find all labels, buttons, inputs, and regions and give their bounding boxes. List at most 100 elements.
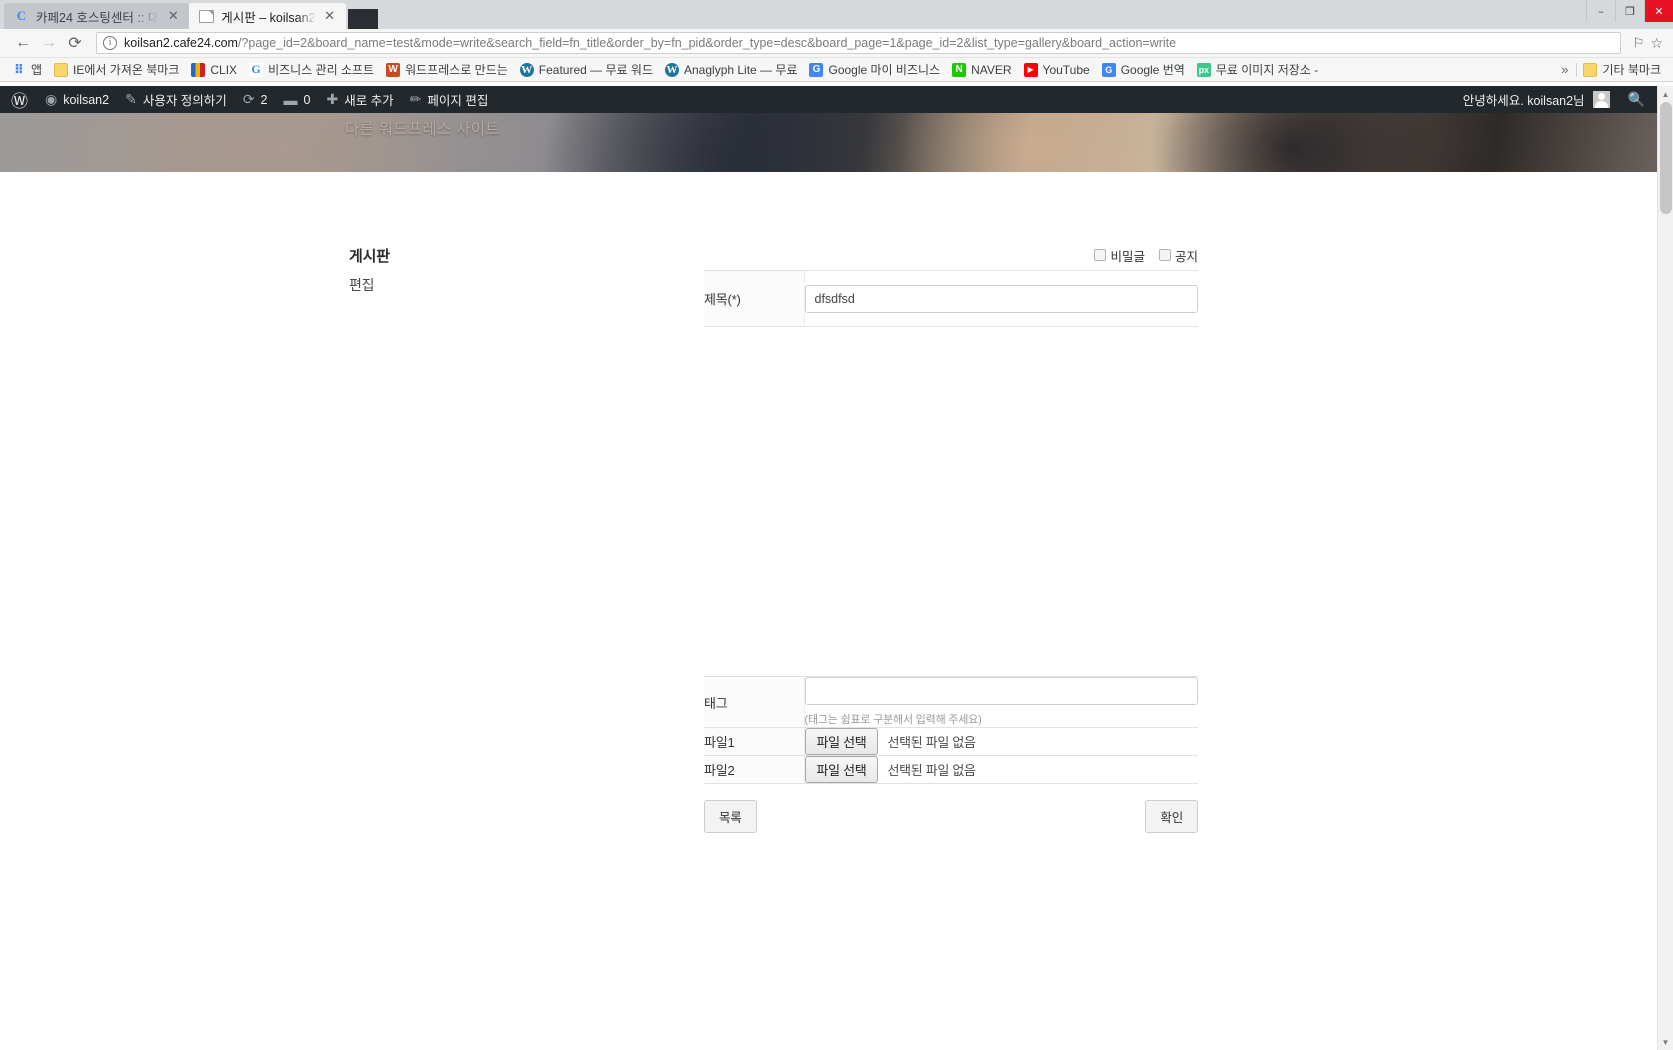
adminbar-updates[interactable]: ⟳ 2 bbox=[235, 86, 276, 113]
bookmark-google-my-business[interactable]: G Google 마이 비즈니스 bbox=[803, 60, 946, 79]
forward-button[interactable]: → bbox=[36, 31, 62, 55]
tag-row: 태그 (태그는 쉼표로 구분해서 입력해 주세요) bbox=[704, 676, 1198, 728]
site-tagline: 다른 워드프레스 사이트 bbox=[345, 121, 500, 138]
naver-icon: N bbox=[952, 62, 967, 77]
file1-label: 파일1 bbox=[704, 727, 805, 756]
main-content: 게시판 편집 비밀글 공지 제목(*) dfsdfsd 태그 (태그는 쉼표로 … bbox=[0, 172, 1657, 1050]
page-subtitle: 편집 bbox=[349, 277, 375, 293]
scroll-down-icon[interactable]: ▼ bbox=[1658, 1034, 1673, 1050]
title-row: 제목(*) bbox=[704, 270, 1198, 327]
tab-title: 게시판 – koilsan2 bbox=[221, 10, 316, 25]
adminbar-comments-count: 0 bbox=[303, 92, 311, 107]
bookmark-star-icon[interactable]: ☆ bbox=[1650, 35, 1663, 52]
back-button[interactable]: ← bbox=[10, 31, 36, 55]
maximize-button[interactable]: ❐ bbox=[1615, 0, 1644, 22]
new-tab-button[interactable] bbox=[347, 9, 378, 29]
adminbar-greeting: 안녕하세요. koilsan2님 bbox=[1462, 94, 1585, 108]
tab-close-icon[interactable]: ✕ bbox=[322, 8, 338, 24]
address-bar[interactable]: i koilsan2.cafe24.com/?page_id=2&board_n… bbox=[96, 32, 1621, 54]
bookmark-label: IE에서 가져온 북마크 bbox=[73, 63, 180, 77]
adminbar-right-group: 안녕하세요. koilsan2님 🔍 bbox=[1455, 86, 1657, 113]
bookmark-label: 기타 북마크 bbox=[1602, 63, 1661, 77]
bookmark-label: 앱 bbox=[31, 63, 43, 77]
adminbar-customize-label: 사용자 정의하기 bbox=[142, 94, 227, 108]
bookmark-label: Google 번역 bbox=[1120, 63, 1185, 77]
submit-button[interactable]: 확인 bbox=[1145, 800, 1198, 833]
translate-icon[interactable]: ⚐ bbox=[1633, 35, 1645, 51]
secret-post-option[interactable]: 비밀글 bbox=[1094, 246, 1145, 265]
bookmark-wordpress-build[interactable]: W 워드프레스로 만드는 bbox=[380, 60, 514, 79]
bookmark-business-software[interactable]: G 비즈니스 관리 소프트 bbox=[243, 60, 380, 79]
dashboard-icon: ◉ bbox=[45, 91, 58, 107]
browser-toolbar: ← → ⟳ i koilsan2.cafe24.com/?page_id=2&b… bbox=[0, 29, 1673, 58]
reload-button[interactable]: ⟳ bbox=[62, 31, 88, 55]
bookmark-label: Anaglyph Lite — 무료 bbox=[684, 63, 798, 77]
browser-tab-2[interactable]: 게시판 – koilsan2 ✕ bbox=[189, 3, 346, 29]
tab-strip: C 카페24 호스팅센터 :: 대 ✕ 게시판 – koilsan2 ✕ – ❐… bbox=[0, 0, 1673, 29]
page-viewport: Ⓦ ◉ koilsan2 ✎ 사용자 정의하기 ⟳ 2 ▬ 0 ✚ 새로 추가 … bbox=[0, 86, 1673, 1050]
bookmark-google-translate[interactable]: G Google 번역 bbox=[1096, 60, 1191, 79]
adminbar-site-name[interactable]: ◉ koilsan2 bbox=[37, 86, 117, 113]
title-field-cell bbox=[804, 270, 1198, 327]
browser-tab-1[interactable]: C 카페24 호스팅센터 :: 대 ✕ bbox=[4, 3, 190, 29]
board-fields-table: 제목(*) 태그 bbox=[704, 270, 1198, 784]
notice-post-label: 공지 bbox=[1174, 249, 1198, 264]
bookmark-free-images[interactable]: px 무료 이미지 저장소 - bbox=[1191, 60, 1324, 79]
search-icon[interactable]: 🔍 bbox=[1618, 91, 1657, 108]
adminbar-my-account[interactable]: 안녕하세요. koilsan2님 bbox=[1455, 86, 1618, 113]
notice-post-option[interactable]: 공지 bbox=[1158, 246, 1198, 265]
adminbar-customize[interactable]: ✎ 사용자 정의하기 bbox=[117, 86, 235, 113]
notice-post-checkbox[interactable] bbox=[1158, 249, 1171, 261]
bookmark-apps[interactable]: ⠿ 앱 bbox=[6, 60, 48, 79]
site-info-icon[interactable]: i bbox=[103, 36, 117, 50]
page-content: Ⓦ ◉ koilsan2 ✎ 사용자 정의하기 ⟳ 2 ▬ 0 ✚ 새로 추가 … bbox=[0, 86, 1657, 1050]
google-translate-icon: G bbox=[1101, 62, 1116, 77]
bookmark-anaglyph-lite[interactable]: W Anaglyph Lite — 무료 bbox=[659, 60, 803, 79]
wordpress-icon: W bbox=[665, 62, 679, 77]
secret-post-checkbox[interactable] bbox=[1094, 249, 1107, 261]
browser-window: C 카페24 호스팅센터 :: 대 ✕ 게시판 – koilsan2 ✕ – ❐… bbox=[0, 0, 1673, 1050]
minimize-button[interactable]: – bbox=[1586, 0, 1615, 22]
adminbar-edit-label: 페이지 편집 bbox=[427, 94, 489, 108]
page-scrollbar[interactable]: ▲ ▼ bbox=[1657, 86, 1673, 1050]
scroll-up-icon[interactable]: ▲ bbox=[1658, 86, 1673, 102]
url-path: /?page_id=2&board_name=test&mode=write&s… bbox=[237, 36, 1177, 50]
url-host: koilsan2.cafe24.com bbox=[124, 36, 238, 50]
bookmark-clix[interactable]: CLIX bbox=[185, 62, 243, 78]
bookmark-label: 무료 이미지 저장소 - bbox=[1215, 63, 1319, 77]
bookmark-naver[interactable]: N NAVER bbox=[946, 62, 1017, 78]
adminbar-edit-page[interactable]: ✏ 페이지 편집 bbox=[402, 86, 497, 113]
file2-choose-button[interactable]: 파일 선택 bbox=[804, 756, 879, 783]
bookmark-other-folder[interactable]: 기타 북마크 bbox=[1577, 60, 1667, 79]
bookmarks-overflow-icon[interactable]: » bbox=[1553, 62, 1576, 77]
adminbar-new-label: 새로 추가 bbox=[344, 94, 394, 108]
wordpress-dark-icon: W bbox=[386, 62, 401, 77]
page-icon bbox=[199, 9, 215, 23]
secret-post-label: 비밀글 bbox=[1110, 249, 1145, 264]
editor-body-cell[interactable] bbox=[804, 326, 1198, 677]
scrollbar-thumb[interactable] bbox=[1660, 102, 1672, 214]
file2-label: 파일2 bbox=[704, 755, 805, 784]
bookmark-youtube[interactable]: ▶ YouTube bbox=[1018, 62, 1096, 78]
post-options-row: 비밀글 공지 bbox=[704, 244, 1198, 266]
file1-choose-button[interactable]: 파일 선택 bbox=[804, 728, 879, 755]
list-button[interactable]: 목록 bbox=[704, 800, 757, 833]
adminbar-comments[interactable]: ▬ 0 bbox=[276, 86, 319, 113]
file2-status: 선택된 파일 없음 bbox=[887, 763, 976, 778]
bookmark-featured[interactable]: W Featured — 무료 워드 bbox=[514, 60, 659, 79]
clix-icon bbox=[191, 62, 206, 77]
pencil-icon: ✏ bbox=[409, 91, 422, 107]
bookmark-label: 워드프레스로 만드는 bbox=[405, 63, 508, 77]
bookmark-ie-imported[interactable]: IE에서 가져온 북마크 bbox=[48, 60, 185, 79]
adminbar-new-content[interactable]: ✚ 새로 추가 bbox=[318, 86, 401, 113]
title-input[interactable] bbox=[804, 284, 1198, 313]
tag-input[interactable] bbox=[804, 677, 1198, 705]
wordpress-logo-icon[interactable]: Ⓦ bbox=[2, 87, 37, 112]
folder-icon bbox=[54, 62, 69, 77]
file2-cell: 파일 선택 선택된 파일 없음 bbox=[804, 755, 1198, 784]
tab-close-icon[interactable]: ✕ bbox=[165, 8, 181, 24]
bookmark-label: Featured — 무료 워드 bbox=[538, 63, 653, 77]
close-window-button[interactable]: ✕ bbox=[1644, 0, 1673, 22]
bookmark-label: NAVER bbox=[971, 62, 1012, 77]
tag-field-cell: (태그는 쉼표로 구분해서 입력해 주세요) bbox=[804, 676, 1198, 728]
